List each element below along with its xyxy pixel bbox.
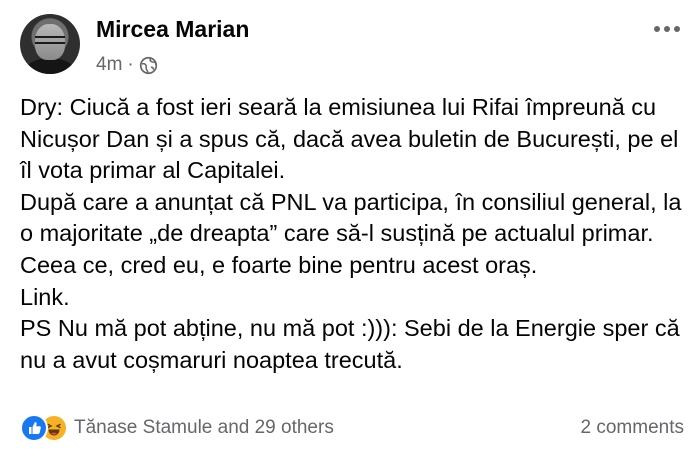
more-dot: [664, 26, 670, 32]
post-meta: 4m ·: [96, 54, 158, 76]
post-header: Mircea Marian 4m ·: [20, 12, 684, 82]
avatar-body: [24, 58, 76, 74]
meta-separator: ·: [127, 54, 134, 75]
more-dot: [654, 26, 660, 32]
post-footer: Tănase Stamule and 29 others 2 comments: [20, 412, 684, 446]
author-avatar[interactable]: [20, 14, 80, 74]
like-icon: [20, 414, 48, 442]
reaction-icons[interactable]: [20, 414, 68, 442]
post-body-text: Dry: Ciucă a fost ieri seară la emisiune…: [20, 94, 682, 373]
more-options-icon[interactable]: [650, 18, 684, 40]
comments-count[interactable]: 2 comments: [581, 417, 684, 439]
author-name[interactable]: Mircea Marian: [96, 16, 249, 43]
reactions-summary[interactable]: Tănase Stamule and 29 others: [74, 417, 334, 439]
more-dot: [674, 26, 680, 32]
avatar-glasses: [35, 36, 65, 44]
post-timestamp[interactable]: 4m: [96, 54, 122, 76]
globe-icon[interactable]: [139, 56, 158, 75]
